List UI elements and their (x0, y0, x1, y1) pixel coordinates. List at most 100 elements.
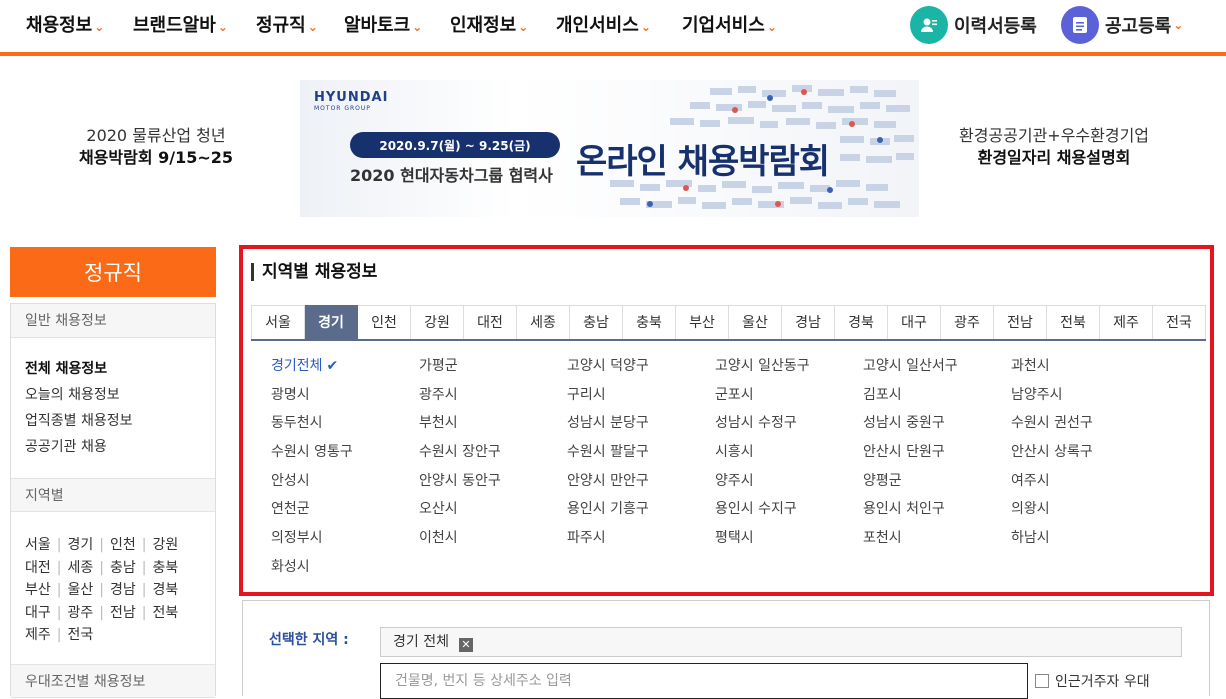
sidebar-region-link[interactable]: 울산 (67, 582, 93, 598)
tab-region-16[interactable]: 제주 (1100, 305, 1153, 339)
city-option[interactable]: 용인시 수지구 (715, 498, 863, 527)
city-option[interactable]: 평택시 (715, 527, 863, 556)
city-option[interactable]: 양평군 (863, 470, 1011, 499)
nav-item-4[interactable]: 인재정보 ⌄ (450, 11, 528, 37)
sidebar-region-link[interactable]: 강원 (152, 537, 178, 553)
nav-item-3[interactable]: 알바토크 ⌄ (344, 11, 422, 37)
address-detail-input[interactable] (380, 663, 1028, 699)
nav-item-6[interactable]: 기업서비스 ⌄ (682, 11, 777, 37)
tab-region-7[interactable]: 충북 (623, 305, 676, 339)
sidebar-region-link[interactable]: 대전 (25, 560, 51, 576)
sidebar-link-today-jobs[interactable]: 오늘의 채용정보 (25, 384, 120, 404)
sidebar-region-link[interactable]: 부산 (25, 582, 51, 598)
tab-region-15[interactable]: 전북 (1047, 305, 1100, 339)
tab-region-9[interactable]: 울산 (729, 305, 782, 339)
sidebar-region-link[interactable]: 전국 (67, 627, 93, 643)
city-option[interactable]: 경기전체 ✔ (271, 355, 419, 384)
city-option[interactable]: 고양시 일산서구 (863, 355, 1011, 384)
sidebar-link-public-jobs[interactable]: 공공기관 채용 (25, 436, 107, 456)
sidebar-region-link[interactable]: 광주 (67, 605, 93, 621)
city-option[interactable]: 양주시 (715, 470, 863, 499)
tab-region-8[interactable]: 부산 (676, 305, 729, 339)
city-option[interactable]: 성남시 수정구 (715, 412, 863, 441)
sidebar-region-link[interactable]: 제주 (25, 627, 51, 643)
city-option[interactable]: 오산시 (419, 498, 567, 527)
promo-logistics-fair[interactable]: 2020 물류산업 청년 채용박람회 9/15~25 (26, 125, 286, 169)
city-option[interactable]: 부천시 (419, 412, 567, 441)
tab-region-3[interactable]: 강원 (411, 305, 464, 339)
sidebar-region-link[interactable]: 서울 (25, 537, 51, 553)
tab-region-5[interactable]: 세종 (517, 305, 570, 339)
posting-register-button[interactable]: 공고등록 ⌄ (1061, 6, 1183, 44)
nearby-resident-checkbox[interactable] (1035, 674, 1049, 688)
sidebar-region-link[interactable]: 전북 (152, 605, 178, 621)
city-option[interactable]: 안산시 단원구 (863, 441, 1011, 470)
city-option[interactable]: 여주시 (1011, 470, 1159, 499)
city-option[interactable]: 성남시 중원구 (863, 412, 1011, 441)
tab-region-12[interactable]: 대구 (888, 305, 941, 339)
sidebar-section-benefit[interactable]: 우대조건별 채용정보 (11, 664, 215, 698)
city-option[interactable]: 고양시 덕양구 (567, 355, 715, 384)
nav-item-5[interactable]: 개인서비스 ⌄ (556, 11, 651, 37)
sidebar-region-link[interactable]: 경기 (67, 537, 93, 553)
city-option[interactable]: 포천시 (863, 527, 1011, 556)
city-option[interactable]: 안양시 만안구 (567, 470, 715, 499)
city-option[interactable]: 성남시 분당구 (567, 412, 715, 441)
sidebar-region-link[interactable]: 경남 (110, 582, 136, 598)
city-option[interactable]: 연천군 (271, 498, 419, 527)
city-option[interactable]: 안양시 동안구 (419, 470, 567, 499)
tab-region-17[interactable]: 전국 (1153, 305, 1206, 339)
sidebar-region-link[interactable]: 인천 (110, 537, 136, 553)
city-option[interactable]: 용인시 처인구 (863, 498, 1011, 527)
city-option[interactable]: 수원시 권선구 (1011, 412, 1159, 441)
city-option[interactable]: 의정부시 (271, 527, 419, 556)
city-option[interactable]: 이천시 (419, 527, 567, 556)
tab-region-13[interactable]: 광주 (941, 305, 994, 339)
city-option[interactable]: 하남시 (1011, 527, 1159, 556)
tab-region-10[interactable]: 경남 (782, 305, 835, 339)
tab-region-11[interactable]: 경북 (835, 305, 888, 339)
city-option[interactable]: 수원시 영통구 (271, 441, 419, 470)
sidebar-region-link[interactable]: 전남 (110, 605, 136, 621)
nav-item-2[interactable]: 정규직 ⌄ (256, 11, 318, 37)
city-option[interactable]: 광명시 (271, 384, 419, 413)
city-option[interactable]: 과천시 (1011, 355, 1159, 384)
city-option[interactable]: 광주시 (419, 384, 567, 413)
sidebar-region-link[interactable]: 세종 (67, 560, 93, 576)
city-option[interactable]: 동두천시 (271, 412, 419, 441)
hyundai-job-fair-banner[interactable]: HYUNDAI MOTOR GROUP 2020.9.7(월) ~ 9.25(금… (300, 80, 919, 217)
tab-region-6[interactable]: 충남 (570, 305, 623, 339)
city-option[interactable]: 가평군 (419, 355, 567, 384)
city-option[interactable]: 의왕시 (1011, 498, 1159, 527)
city-option[interactable]: 안성시 (271, 470, 419, 499)
promo-environment-job-fair[interactable]: 환경공공기관+우수환경기업 환경일자리 채용설명회 (924, 125, 1184, 169)
tab-region-2[interactable]: 인천 (358, 305, 411, 339)
remove-icon[interactable]: ✕ (458, 638, 473, 652)
city-option[interactable]: 남양주시 (1011, 384, 1159, 413)
city-option[interactable]: 구리시 (567, 384, 715, 413)
city-option[interactable]: 안산시 상록구 (1011, 441, 1159, 470)
sidebar-region-link[interactable]: 대구 (25, 605, 51, 621)
sidebar-link-all-jobs[interactable]: 전체 채용정보 (25, 358, 107, 378)
tab-region-14[interactable]: 전남 (994, 305, 1047, 339)
city-option[interactable]: 고양시 일산동구 (715, 355, 863, 384)
sidebar-region-link[interactable]: 충북 (152, 560, 178, 576)
sidebar-region-link[interactable]: 충남 (110, 560, 136, 576)
nav-item-1[interactable]: 브랜드알바 ⌄ (133, 11, 228, 37)
tab-region-0[interactable]: 서울 (251, 305, 305, 339)
city-option[interactable]: 시흥시 (715, 441, 863, 470)
resume-register-button[interactable]: 이력서등록 (910, 6, 1037, 44)
nav-item-0[interactable]: 채용정보 ⌄ (26, 11, 104, 37)
tab-region-4[interactable]: 대전 (464, 305, 517, 339)
sidebar-header[interactable]: 정규직 (10, 247, 216, 297)
city-option[interactable]: 화성시 (271, 556, 419, 585)
tab-region-1[interactable]: 경기 (305, 305, 358, 339)
city-option[interactable]: 용인시 기흥구 (567, 498, 715, 527)
city-option[interactable]: 군포시 (715, 384, 863, 413)
city-option[interactable]: 파주시 (567, 527, 715, 556)
city-option[interactable]: 수원시 장안구 (419, 441, 567, 470)
sidebar-region-link[interactable]: 경북 (152, 582, 178, 598)
sidebar-link-category-jobs[interactable]: 업직종별 채용정보 (25, 410, 133, 430)
city-option[interactable]: 김포시 (863, 384, 1011, 413)
nearby-resident-option[interactable]: 인근거주자 우대 (1035, 671, 1150, 691)
